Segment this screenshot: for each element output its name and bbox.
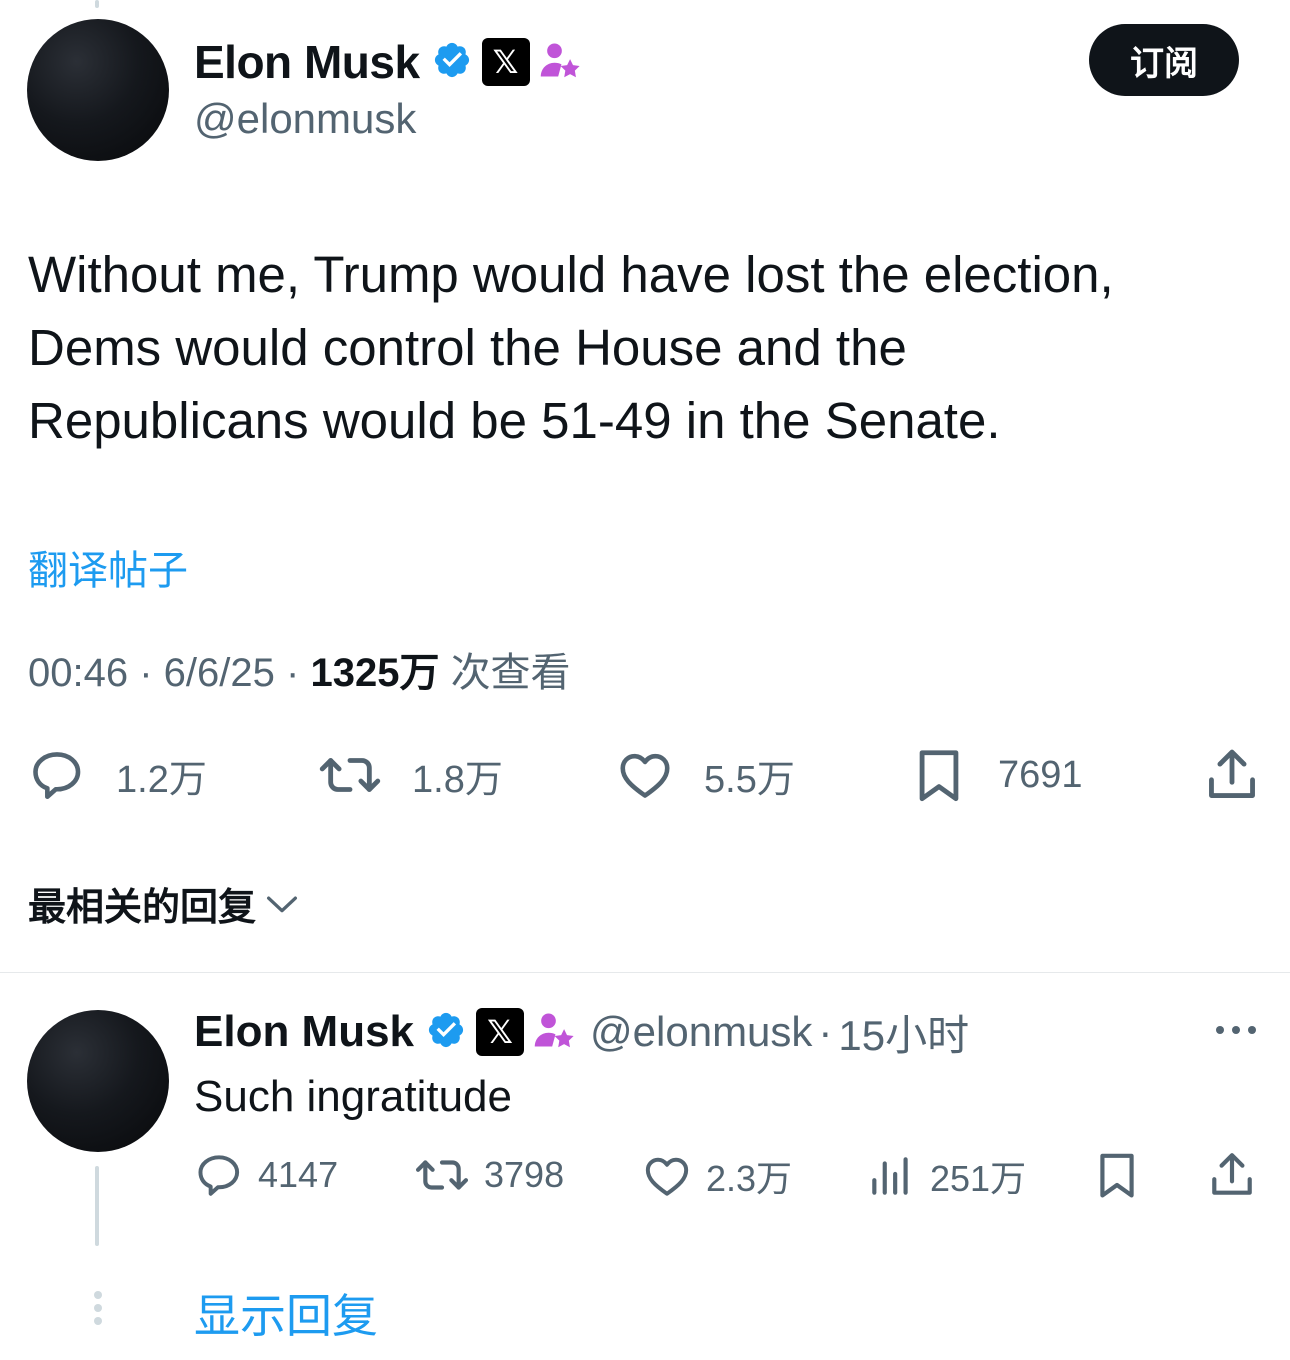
- share-upload-icon: [1209, 749, 1255, 798]
- meta-separator: ·: [139, 651, 164, 695]
- thread-line: [95, 1166, 99, 1246]
- author-name-row: Elon Musk 𝕏: [194, 34, 582, 90]
- replies-sort-label: 最相关的回复: [28, 887, 257, 929]
- reply-text: Such ingratitude: [194, 1072, 512, 1121]
- speech-bubble-icon: [33, 752, 81, 800]
- share-upload-icon: [1212, 1153, 1252, 1195]
- verified-badge-icon: [426, 1010, 466, 1055]
- chevron-down-icon: [267, 896, 298, 912]
- tweet-text-line: Dems would control the House and the: [28, 319, 907, 376]
- reply-author-avatar[interactable]: [27, 1010, 169, 1152]
- reply-reply-count: 4147: [258, 1154, 339, 1195]
- replies-sort-dropdown[interactable]: 最相关的回复: [28, 876, 302, 931]
- reply-author-name[interactable]: Elon Musk: [194, 1007, 414, 1057]
- reply-author-handle[interactable]: @elonmusk: [590, 1008, 812, 1056]
- thread-dots-icon: [91, 1290, 105, 1335]
- affiliate-person-star-icon: [532, 1008, 576, 1057]
- heart-icon: [620, 753, 670, 798]
- like-action[interactable]: 5.5万: [616, 746, 795, 804]
- like-count: 5.5万: [704, 758, 795, 801]
- bookmark-action[interactable]: 7691: [910, 746, 1083, 804]
- translate-post-link[interactable]: 翻译帖子: [28, 538, 188, 596]
- more-options-button[interactable]: [1212, 1014, 1260, 1051]
- x-logo-icon: 𝕏: [476, 1008, 525, 1056]
- reply-count: 1.2万: [116, 758, 207, 801]
- reply-repost-action[interactable]: 3798: [414, 1150, 564, 1200]
- repost-action[interactable]: 1.8万: [318, 746, 503, 804]
- author-handle[interactable]: @elonmusk: [194, 95, 416, 143]
- more-dots-icon: [1216, 1026, 1256, 1034]
- bookmark-icon: [1100, 1153, 1134, 1198]
- bar-chart-icon: [872, 1157, 908, 1195]
- reply-views-action[interactable]: 251万: [866, 1150, 1026, 1202]
- verified-badge-icon: [432, 40, 472, 85]
- reply-bookmark-action[interactable]: [1092, 1150, 1142, 1200]
- share-action[interactable]: [1203, 746, 1261, 804]
- subscribe-button[interactable]: 订阅: [1089, 24, 1239, 96]
- tweet-meta: 00:46 · 6/6/25 · 1325万 次查看: [28, 640, 571, 698]
- heart-icon: [645, 1157, 689, 1196]
- x-logo-icon: 𝕏: [481, 38, 530, 86]
- tweet-text-line: Without me, Trump would have lost the el…: [28, 246, 1114, 303]
- view-count: 1325万: [310, 651, 440, 695]
- tweet-text-line: Republicans would be 51-49 in the Senate…: [28, 392, 1001, 449]
- repost-count: 1.8万: [412, 758, 503, 801]
- reply-repost-count: 3798: [484, 1154, 565, 1195]
- view-label: 次查看: [450, 651, 571, 695]
- meta-separator: ·: [286, 651, 311, 695]
- reply-action[interactable]: 1.2万: [28, 746, 207, 804]
- author-display-name[interactable]: Elon Musk: [194, 35, 420, 89]
- reply-share-action[interactable]: [1207, 1150, 1257, 1200]
- tweet-text: Without me, Trump would have lost the el…: [28, 238, 1268, 457]
- reply-header-row: Elon Musk 𝕏 @elonmusk · 15小时: [194, 1004, 969, 1060]
- speech-bubble-icon: [198, 1155, 240, 1196]
- tweet-time[interactable]: 00:46: [28, 651, 128, 695]
- section-divider: [0, 972, 1290, 973]
- author-avatar[interactable]: [27, 19, 169, 161]
- tweet-date[interactable]: 6/6/25: [164, 651, 275, 695]
- repost-arrows-icon: [319, 758, 381, 792]
- affiliate-person-star-icon: [538, 38, 582, 87]
- show-replies-link[interactable]: 显示回复: [194, 1280, 378, 1346]
- reply-time[interactable]: 15小时: [838, 1002, 969, 1063]
- repost-arrows-icon: [415, 1160, 469, 1190]
- reply-like-action[interactable]: 2.3万: [642, 1150, 792, 1202]
- reply-meta-separator: ·: [818, 1008, 833, 1055]
- bookmark-count: 7691: [998, 753, 1083, 796]
- reply-like-count: 2.3万: [706, 1158, 793, 1199]
- reply-views-count: 251万: [930, 1158, 1027, 1199]
- reply-reply-action[interactable]: 4147: [194, 1150, 338, 1200]
- bookmark-icon: [919, 750, 959, 802]
- thread-line-top: [95, 0, 99, 8]
